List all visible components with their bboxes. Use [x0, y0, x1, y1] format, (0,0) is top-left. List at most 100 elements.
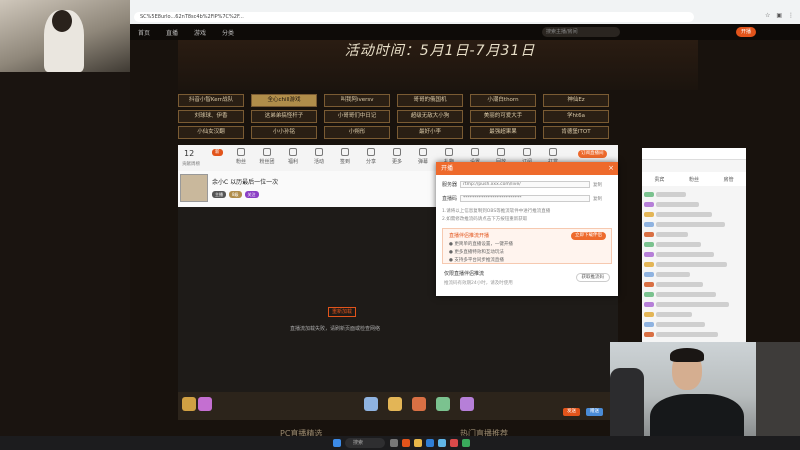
address-bar[interactable]: SC%5E8urlo...62nT8sc4b%2FiP%7C%2F...: [134, 12, 694, 22]
tool-icon: [445, 148, 453, 156]
chat-message: [644, 260, 742, 269]
nav-live[interactable]: 直播: [166, 28, 178, 37]
team-button[interactable]: 小哥哥们中日记: [324, 110, 390, 123]
companion-line: ● 更多直播特效和互动玩法: [449, 250, 504, 255]
chat-message: [644, 220, 742, 229]
gift-icon[interactable]: [436, 397, 450, 411]
message-text: [656, 282, 703, 287]
tool-icon: [523, 148, 531, 156]
windows-start-icon[interactable]: [333, 439, 341, 447]
key-field[interactable]: **************************: [460, 195, 591, 202]
app-icon[interactable]: [402, 439, 410, 447]
extension-icon[interactable]: ▣: [776, 12, 782, 19]
team-button[interactable]: 小朔彤: [324, 126, 390, 139]
follow-button[interactable]: 关注: [244, 191, 259, 198]
gift-icon[interactable]: [460, 397, 474, 411]
gift-send-button[interactable]: 赠送: [586, 408, 603, 416]
team-button[interactable]: 小仙女汉翻: [178, 126, 244, 139]
download-companion-button[interactable]: 立即下载伴侣: [571, 232, 606, 240]
toolbar-tool[interactable]: 粉丝: [230, 148, 252, 165]
tool-label: 活动: [313, 159, 324, 165]
team-button[interactable]: 学ht6a: [543, 110, 609, 123]
toolbar-tool[interactable]: 粉丝团: [256, 148, 278, 165]
event-banner: 活动时间：5月1日-7月31日: [178, 40, 698, 90]
user-badge: [644, 332, 654, 337]
copy-server-button[interactable]: 复制: [593, 182, 602, 188]
site-search-input[interactable]: 搜索主播/房间: [542, 27, 620, 37]
tool-label: 福利: [287, 159, 298, 165]
message-text: [656, 232, 688, 237]
tool-icon: [289, 148, 297, 156]
close-icon[interactable]: ×: [608, 162, 614, 175]
team-button[interactable]: 超级无敌大小狗: [397, 110, 463, 123]
get-key-button[interactable]: 获取推流码: [575, 273, 610, 282]
team-button[interactable]: 肯德堡ITOT: [543, 126, 609, 139]
gift-icon[interactable]: [182, 397, 196, 411]
nav-games[interactable]: 游戏: [194, 28, 206, 37]
toolbar-tool[interactable]: 签到: [334, 148, 356, 165]
chat-message: [644, 210, 742, 219]
chat-message: [644, 310, 742, 319]
team-button[interactable]: 小潮白thorn: [470, 94, 536, 107]
browser-icon[interactable]: [426, 439, 434, 447]
server-label: 服务器: [442, 182, 458, 188]
avatar[interactable]: [180, 174, 208, 202]
team-button[interactable]: 全心chill游戏: [251, 94, 317, 107]
tab-vip[interactable]: 贵宾: [654, 176, 664, 183]
team-button[interactable]: 刘球球、伊香: [178, 110, 244, 123]
menu-icon[interactable]: ⋮: [788, 12, 794, 19]
message-text: [656, 312, 692, 317]
team-button[interactable]: 美丽的可爱大手: [470, 110, 536, 123]
nav-home[interactable]: 首页: [138, 28, 150, 37]
chat-message: [644, 270, 742, 279]
toolbar-tool[interactable]: 活动: [308, 148, 330, 165]
tool-label: 粉丝团: [259, 159, 275, 165]
send-button[interactable]: 发送: [563, 408, 580, 416]
team-button[interactable]: 最好小李: [397, 126, 463, 139]
team-button[interactable]: 抖音小智Kerr战队: [178, 94, 244, 107]
message-text: [656, 192, 686, 197]
dialog-note-1: 1.请将以上信息复制到OBS等推流软件中进行推流直播: [442, 209, 551, 214]
toolbar-tool[interactable]: 分享: [360, 148, 382, 165]
companion-title: 直播伴侣推流开播: [449, 233, 490, 239]
toolbar-tool[interactable]: 福利: [282, 148, 304, 165]
nav-category[interactable]: 分类: [222, 28, 234, 37]
message-text: [656, 252, 714, 257]
team-button[interactable]: 小小孙铭: [251, 126, 317, 139]
rank-number[interactable]: 12: [184, 149, 194, 158]
app-icon[interactable]: [438, 439, 446, 447]
task-view-icon[interactable]: [390, 439, 398, 447]
subscribe-room-button[interactable]: 订阅直播间: [578, 150, 607, 158]
team-button[interactable]: 神仙Ez: [543, 94, 609, 107]
star-icon[interactable]: ☆: [765, 12, 770, 19]
webcam-overlay-top-left: [0, 0, 130, 72]
gift-bar: 发送 赠送: [178, 392, 618, 420]
user-badge: [644, 232, 654, 237]
rank-label: 贡献周榜: [182, 162, 200, 167]
message-text: [656, 322, 705, 327]
user-badge: [644, 282, 654, 287]
team-button[interactable]: 哥哥的俄国机: [397, 94, 463, 107]
team-button[interactable]: 这弟弟搞怪杆子: [251, 110, 317, 123]
gift-icon[interactable]: [364, 397, 378, 411]
message-text: [656, 262, 727, 267]
team-button[interactable]: 最强超果果: [470, 126, 536, 139]
open-live-button[interactable]: 开播: [736, 27, 756, 37]
gift-icon[interactable]: [412, 397, 426, 411]
tab-admins[interactable]: 房管: [724, 176, 734, 183]
user-badge: [644, 202, 654, 207]
team-button[interactable]: 叫我阿iversv: [324, 94, 390, 107]
gift-icon[interactable]: [198, 397, 212, 411]
tab-fans[interactable]: 粉丝: [689, 176, 699, 183]
toolbar-tool[interactable]: 更多: [386, 148, 408, 165]
copy-key-button[interactable]: 复制: [593, 196, 602, 202]
server-field[interactable]: rtmp://push.xxx.com/live/: [460, 181, 591, 188]
folder-icon[interactable]: [414, 439, 422, 447]
tool-icon: [497, 148, 505, 156]
reload-stream-button[interactable]: 重新加载: [328, 307, 356, 317]
gift-icon[interactable]: [388, 397, 402, 411]
toolbar-tool[interactable]: 弹幕: [412, 148, 434, 165]
app-icon[interactable]: [462, 439, 470, 447]
taskbar-search[interactable]: 搜索: [345, 438, 385, 448]
app-icon[interactable]: [450, 439, 458, 447]
